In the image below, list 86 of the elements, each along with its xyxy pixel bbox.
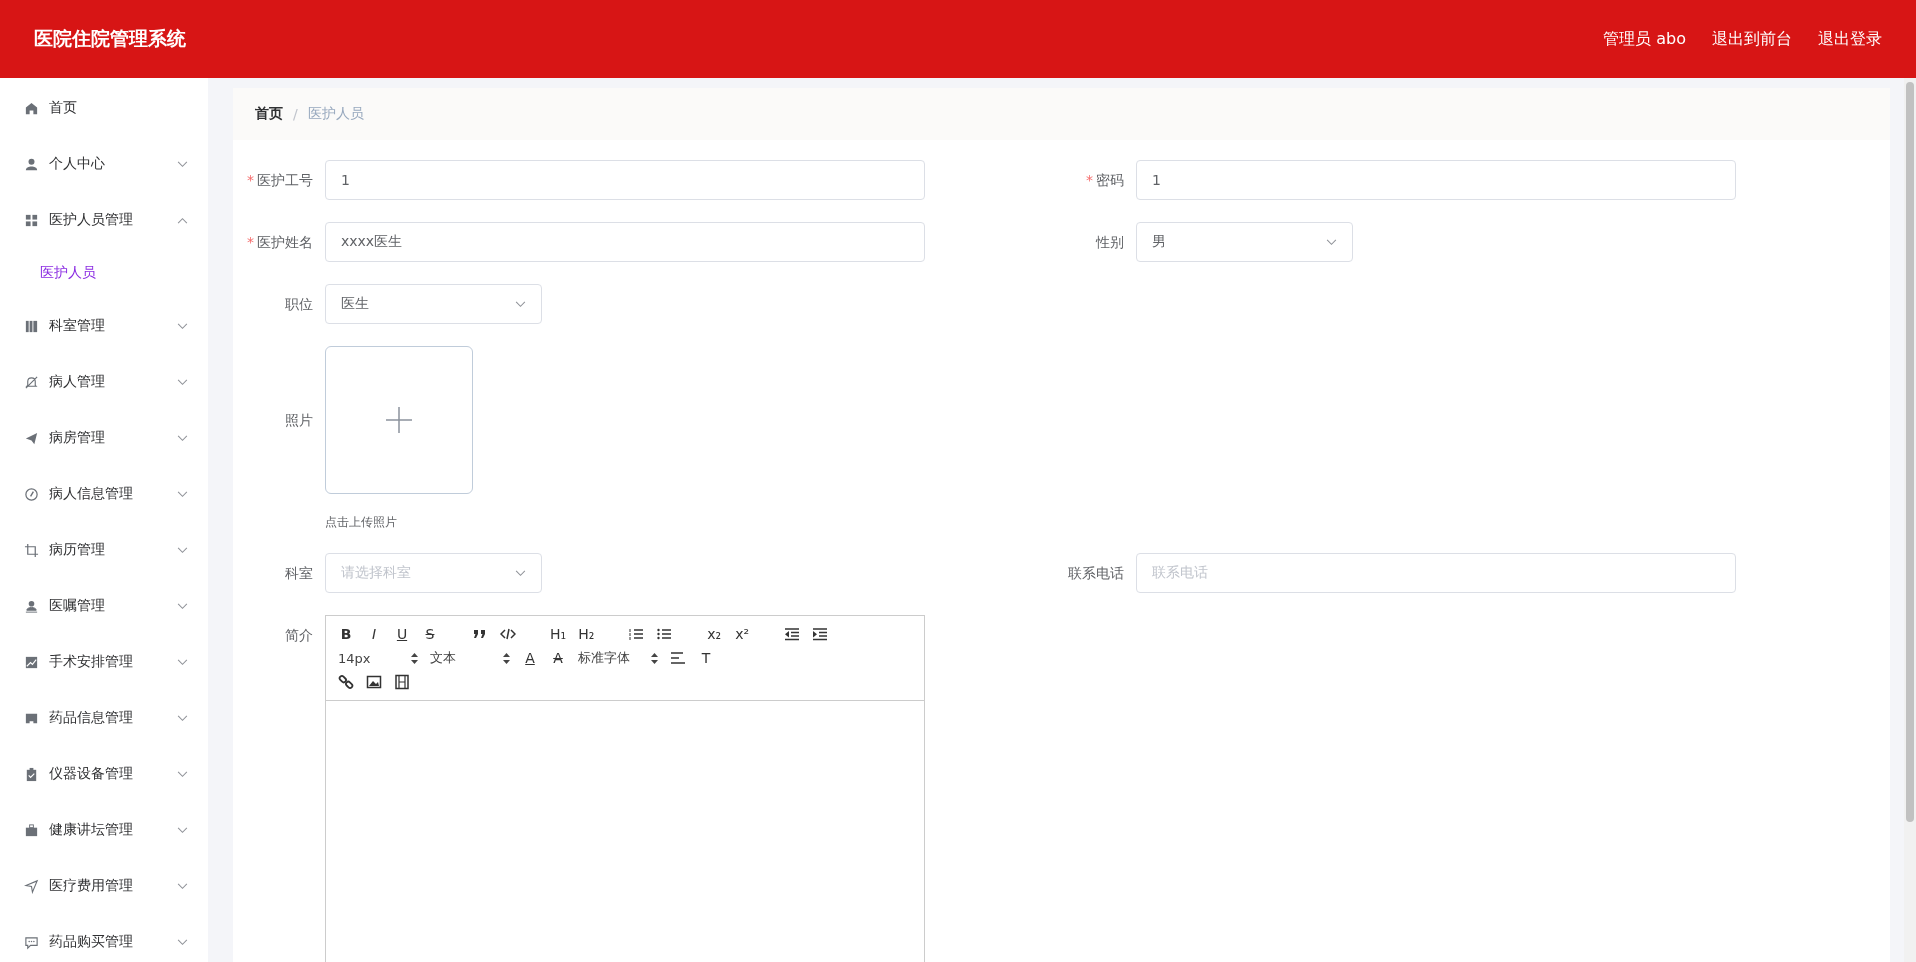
briefcase-icon — [24, 822, 39, 838]
person-icon — [24, 598, 39, 614]
sidebar-item[interactable]: 病房管理 — [0, 410, 208, 466]
sidebar-item[interactable]: 医护人员管理 — [0, 192, 208, 248]
chevron-icon — [515, 300, 526, 308]
sidebar-item[interactable]: 科室管理 — [0, 298, 208, 354]
format-button[interactable]: I — [366, 626, 382, 642]
sidebar-item[interactable]: 手术安排管理 — [0, 634, 208, 690]
field-label: 照片 — [285, 411, 313, 430]
format-button[interactable]: H₁ — [550, 626, 567, 642]
up-down-arrows-icon — [503, 652, 510, 664]
up-down-arrows-icon — [651, 652, 658, 664]
code-icon[interactable] — [500, 626, 516, 642]
outdent-icon[interactable] — [784, 626, 801, 642]
select-field[interactable]: 医生 — [325, 284, 542, 324]
text-field[interactable]: 1 — [1136, 160, 1736, 200]
navigation-icon — [24, 878, 39, 894]
paper-plane-icon — [24, 430, 39, 446]
image-icon[interactable] — [366, 674, 382, 690]
bullet-list-icon[interactable] — [656, 626, 673, 642]
field-label: 简介 — [285, 626, 313, 645]
house-icon — [24, 100, 39, 116]
header-link[interactable]: 管理员 abo — [1603, 28, 1686, 50]
text-field[interactable]: xxxx医生 — [325, 222, 925, 262]
align-left-icon[interactable] — [670, 650, 686, 666]
required-asterisk: * — [247, 233, 254, 252]
rich-text-editor[interactable]: B I U S H₁ H₂ x₂ x² 14px 文本 A A 标准字体 T — [325, 615, 925, 962]
field-label: 密码 — [1096, 171, 1124, 190]
user-icon — [24, 156, 39, 172]
breadcrumb-separator: / — [293, 106, 298, 122]
field-label: 联系电话 — [1068, 564, 1124, 583]
format-button[interactable]: B — [338, 626, 354, 642]
sidebar-item[interactable]: 健康讲坛管理 — [0, 802, 208, 858]
format-button[interactable]: H₂ — [578, 626, 595, 642]
header-link[interactable]: 退出登录 — [1818, 28, 1882, 50]
chat-icon — [24, 934, 39, 950]
up-down-arrows-icon — [411, 652, 418, 664]
sidebar-item[interactable]: 病人信息管理 — [0, 466, 208, 522]
header-link[interactable]: 退出到前台 — [1712, 28, 1792, 50]
toolbar-dropdown[interactable]: 14px — [338, 650, 418, 666]
format-button[interactable]: x₂ — [706, 626, 723, 642]
sidebar-item[interactable]: 个人中心 — [0, 136, 208, 192]
app-title: 医院住院管理系统 — [34, 26, 186, 51]
select-field[interactable]: 男 — [1136, 222, 1353, 262]
chevron-icon — [1326, 238, 1337, 246]
format-button[interactable]: S — [422, 626, 438, 642]
upload-hint: 点击上传照片 — [325, 514, 398, 531]
field-label: 医护姓名 — [257, 233, 313, 252]
sidebar-item[interactable]: 首页 — [0, 80, 208, 136]
sidebar-item[interactable]: 医疗费用管理 — [0, 858, 208, 914]
chart-icon — [24, 654, 39, 670]
sidebar-item[interactable]: 仪器设备管理 — [0, 746, 208, 802]
field-label: 性别 — [1096, 233, 1124, 252]
toolbar-dropdown[interactable]: 文本 — [430, 649, 510, 667]
format-button[interactable]: T — [698, 650, 714, 666]
sidebar-subitem[interactable]: 医护人员 — [0, 248, 208, 298]
bell-off-icon — [24, 374, 39, 390]
sidebar-item[interactable]: 病人管理 — [0, 354, 208, 410]
sidebar-item[interactable]: 病历管理 — [0, 522, 208, 578]
required-asterisk: * — [247, 171, 254, 190]
field-label: 医护工号 — [257, 171, 313, 190]
link-icon[interactable] — [338, 674, 354, 690]
sidebar-item[interactable]: 药品信息管理 — [0, 690, 208, 746]
required-asterisk: * — [1086, 171, 1093, 190]
format-button[interactable]: A — [550, 650, 566, 666]
toolbar-dropdown[interactable]: 标准字体 — [578, 649, 658, 667]
compass-icon — [24, 486, 39, 502]
field-label: 职位 — [285, 295, 313, 314]
crop-icon — [24, 542, 39, 558]
chevron-icon — [515, 569, 526, 577]
scrollbar[interactable] — [1904, 78, 1916, 962]
clipboard-icon — [24, 766, 39, 782]
format-button[interactable]: U — [394, 626, 410, 642]
numbered-list-icon[interactable] — [628, 626, 645, 642]
breadcrumb-link[interactable]: 首页 — [255, 105, 283, 123]
text-field[interactable]: 1 — [325, 160, 925, 200]
film-icon[interactable] — [394, 674, 410, 690]
grid-icon — [24, 212, 39, 228]
format-button[interactable]: x² — [734, 626, 751, 642]
format-button[interactable]: A — [522, 650, 538, 666]
sidebar-item[interactable]: 药品购买管理 — [0, 914, 208, 962]
field-label: 科室 — [285, 564, 313, 583]
sidebar-item[interactable]: 医嘱管理 — [0, 578, 208, 634]
indent-icon[interactable] — [812, 626, 829, 642]
plus-icon — [386, 407, 412, 433]
books-icon — [24, 318, 39, 334]
